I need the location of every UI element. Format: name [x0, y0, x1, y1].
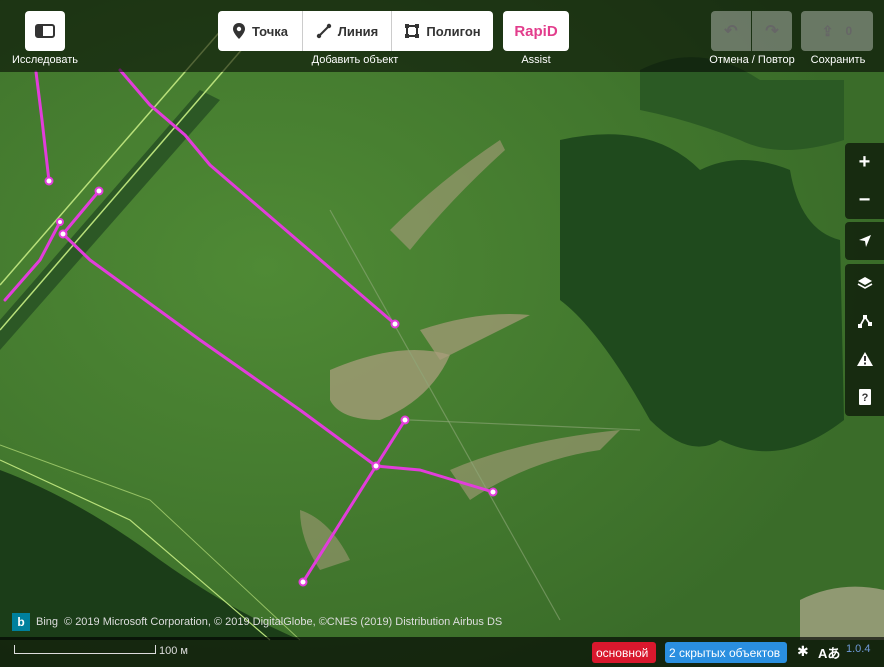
add-line-label: Линия — [337, 23, 379, 39]
main-badge[interactable]: основной — [592, 642, 656, 663]
scale-bar[interactable] — [14, 645, 156, 654]
add-point-label: Точка — [251, 23, 289, 39]
imagery-attribution: b Bing © 2019 Microsoft Corporation, © 2… — [12, 611, 502, 633]
map-controls: + − ? — [845, 143, 884, 416]
save-button[interactable]: ⇪ 0 — [801, 11, 873, 51]
vertex[interactable] — [390, 319, 400, 329]
line-icon — [316, 23, 331, 39]
vertex[interactable] — [58, 229, 68, 239]
save-count: 0 — [845, 24, 853, 38]
attribution-text: © 2019 Microsoft Corporation, © 2019 Dig… — [64, 616, 503, 628]
translate-icon[interactable]: Aあ — [818, 643, 840, 662]
svg-text:?: ? — [861, 392, 868, 404]
zoom-out-button[interactable]: − — [845, 181, 884, 219]
geolocate-button[interactable] — [845, 222, 884, 260]
minus-icon: − — [858, 188, 871, 211]
polygon-icon — [405, 24, 420, 38]
redo-icon: ↷ — [765, 23, 779, 40]
top-toolbar: Исследовать Точка Линия Полигон Добавить… — [0, 0, 884, 72]
add-point-button[interactable]: Точка — [218, 11, 303, 51]
bare-soil — [800, 586, 884, 640]
sidebar-icon — [35, 24, 55, 38]
version-label[interactable]: 1.0.4 — [846, 643, 870, 655]
add-line-button[interactable]: Линия — [303, 11, 392, 51]
map-pin-icon — [232, 23, 245, 39]
vertex[interactable] — [94, 186, 104, 196]
vertex[interactable] — [56, 218, 64, 226]
undo-button[interactable]: ↶ — [711, 11, 751, 51]
map-data-icon — [857, 315, 872, 328]
background-button[interactable] — [845, 264, 884, 302]
vertex[interactable] — [488, 487, 498, 497]
vertex[interactable] — [44, 176, 54, 186]
add-feature-caption: Добавить объект — [311, 54, 399, 66]
vertex[interactable] — [400, 415, 410, 425]
vertex[interactable] — [298, 577, 308, 587]
undo-icon: ↶ — [724, 23, 738, 40]
hidden-features-badge[interactable]: 2 скрытых объектов — [665, 642, 787, 663]
provider-name: Bing — [36, 616, 59, 628]
assist-caption: Assist — [521, 54, 551, 66]
rapid-assist-button[interactable]: RapiD — [503, 11, 569, 51]
warning-icon — [856, 352, 873, 366]
add-polygon-button[interactable]: Полигон — [392, 11, 493, 51]
explore-caption: Исследовать — [11, 54, 79, 66]
add-polygon-label: Полигон — [426, 23, 481, 39]
help-button[interactable]: ? — [845, 378, 884, 416]
issues-button[interactable] — [845, 340, 884, 378]
sidebar-toggle-button[interactable] — [25, 11, 65, 51]
layers-icon — [857, 277, 872, 289]
save-caption: Сохранить — [810, 54, 866, 66]
help-icon: ? — [858, 389, 871, 405]
upload-icon: ⇪ — [821, 22, 834, 39]
location-arrow-icon — [858, 235, 871, 247]
plus-icon: + — [858, 150, 871, 173]
vertex[interactable] — [371, 461, 381, 471]
redo-button[interactable]: ↷ — [752, 11, 792, 51]
map-data-button[interactable] — [845, 302, 884, 340]
rapid-logo: RapiD — [514, 22, 558, 40]
bing-logo-icon: b — [12, 613, 30, 631]
undo-redo-caption: Отмена / Повтор — [709, 54, 795, 66]
scale-label: 100 м — [159, 645, 188, 657]
zoom-in-button[interactable]: + — [845, 143, 884, 181]
bug-report-icon[interactable]: ✱ — [797, 643, 809, 660]
satellite-map[interactable] — [0, 0, 884, 667]
